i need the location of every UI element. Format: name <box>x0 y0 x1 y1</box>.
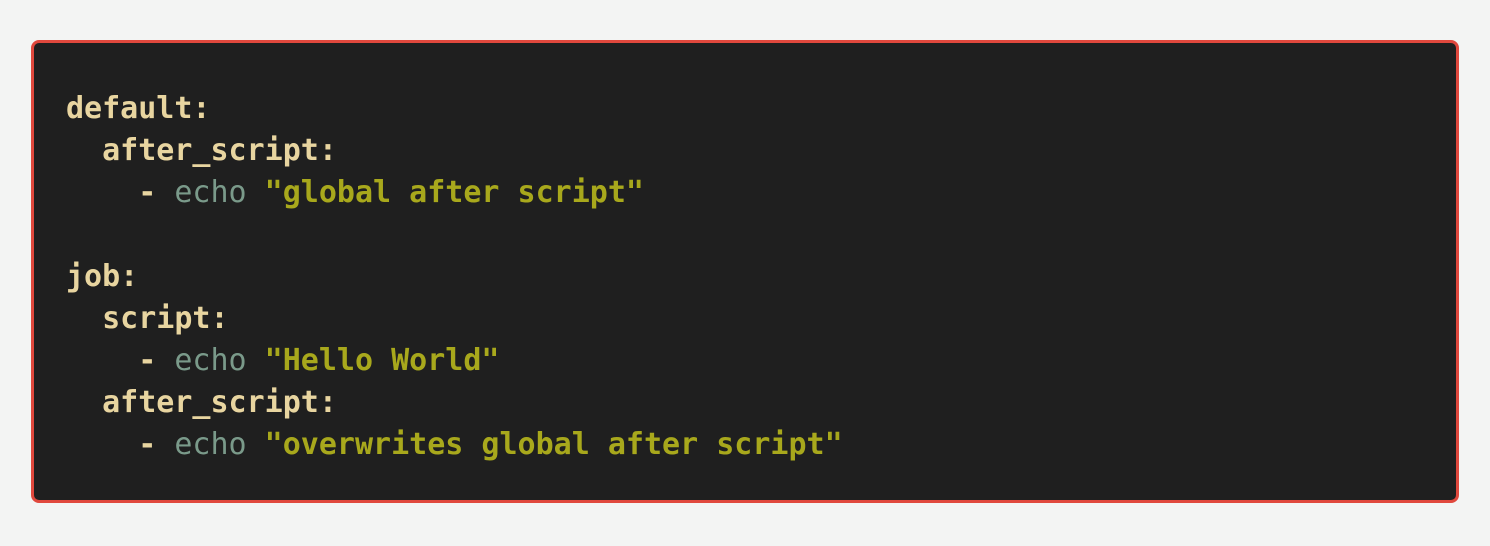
code-line: job: <box>66 256 843 298</box>
code-line: after_script: <box>66 130 843 172</box>
code-block: default: after_script: - echo "global af… <box>31 40 1459 503</box>
string-token: "overwrites global after script" <box>246 427 843 462</box>
list-dash: - <box>138 175 175 210</box>
yaml-key: default: <box>66 91 211 126</box>
string-token: "Hello World" <box>246 343 500 378</box>
code-content: default: after_script: - echo "global af… <box>66 88 843 466</box>
command-token: echo <box>174 427 247 462</box>
code-line: - echo "Hello World" <box>66 340 843 382</box>
code-line: - echo "global after script" <box>66 172 843 214</box>
command-token: echo <box>174 175 247 210</box>
list-dash: - <box>138 343 175 378</box>
string-token: "global after script" <box>246 175 644 210</box>
yaml-key: after_script: <box>102 133 337 168</box>
code-line: default: <box>66 88 843 130</box>
code-line: script: <box>66 298 843 340</box>
code-line: after_script: <box>66 382 843 424</box>
yaml-key: after_script: <box>102 385 337 420</box>
yaml-key: job: <box>66 259 139 294</box>
command-token: echo <box>174 343 247 378</box>
yaml-key: script: <box>102 301 229 336</box>
list-dash: - <box>138 427 175 462</box>
code-line: - echo "overwrites global after script" <box>66 424 843 466</box>
